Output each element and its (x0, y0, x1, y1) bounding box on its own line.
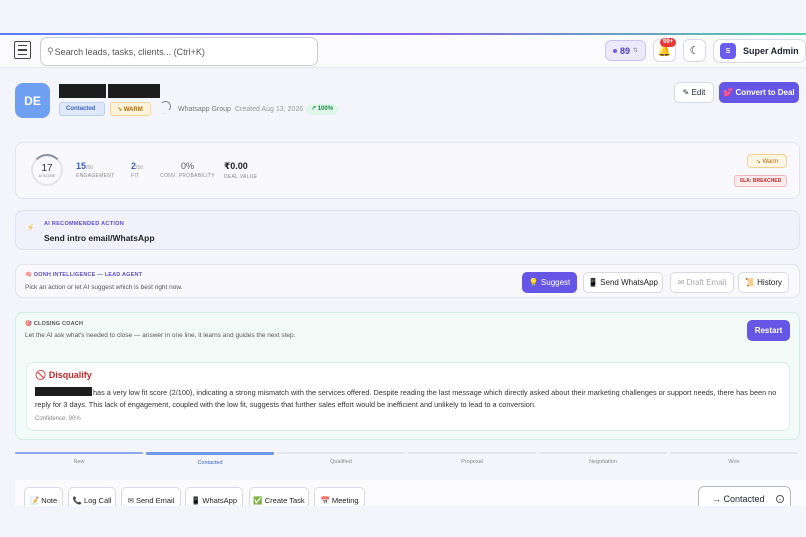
restart-button[interactable]: Restart (747, 320, 790, 341)
verdict-text: has a very low fit score (2/100), indica… (35, 388, 777, 409)
fit-label: FIT (131, 173, 140, 179)
convert-to-deal-button[interactable]: 💕 Convert to Deal (719, 82, 799, 103)
lead-metrics-card: 17 AI SCORE 15/50 ENGAGEMENT 2/50 FIT 0%… (15, 142, 800, 199)
lead-source: Whatsapp Group (178, 106, 231, 113)
user-name: Super Admin (743, 46, 799, 56)
stage-proposal[interactable]: Proposal (408, 452, 536, 468)
search-icon: ⚲ (47, 46, 54, 56)
verdict-title: 🚫 Disqualify (35, 370, 92, 380)
lead-created-date: Created Aug 13, 2026 (235, 106, 304, 113)
spinner-label: … (162, 110, 166, 115)
ai-score-label: AI SCORE (38, 173, 56, 178)
verdict-confidence: Confidence: 90% (35, 416, 81, 422)
verdict-body: has a very low fit score (2/100), indica… (35, 387, 785, 411)
redacted-first-name (59, 84, 106, 98)
conv-probability-value: 0% (180, 161, 194, 171)
moon-icon: ☾ (689, 45, 700, 57)
coach-verdict: 🚫 Disqualify has a very low fit score (2… (26, 362, 790, 431)
ai-score-value: 17 (41, 162, 53, 174)
engagement-max: /50 (86, 165, 93, 171)
points-dot-icon (612, 48, 617, 53)
ai-action-text: Send intro email/WhatsApp (44, 233, 155, 243)
conv-probability-metric: 0% CONV. PROBABILITY (155, 161, 220, 179)
notifications-badge: 99+ (660, 38, 677, 47)
closing-coach-label: 🎯 CLOSING COACH (25, 321, 84, 327)
points-pill[interactable]: 89 ⇅ (605, 40, 646, 61)
ai-action-label: AI RECOMMENDED ACTION (44, 221, 125, 227)
search-placeholder: Search leads, tasks, clients... (Ctrl+K) (54, 46, 205, 57)
closing-coach-card: 🎯 CLOSING COACH Let the AI ask what's ne… (15, 312, 800, 440)
stage-label: Negotiation (589, 459, 617, 465)
stage-negotiation[interactable]: Negotiation (539, 452, 667, 468)
completion-badge: ↗ 100% (306, 104, 339, 115)
lead-agent-label: 🧠 OONH INTELLIGENCE — LEAD AGENT (25, 272, 143, 278)
menu-icon[interactable] (14, 41, 31, 59)
stage-label: Proposal (461, 459, 483, 465)
user-menu-button[interactable]: S Super Admin (713, 39, 806, 63)
engagement-value: 15 (76, 161, 87, 171)
send-whatsapp-button[interactable]: 📱 Send WhatsApp (583, 272, 663, 293)
fit-metric: 2/50 FIT (131, 161, 143, 179)
status-badge: Contacted (59, 102, 105, 116)
lightning-icon: ⚡ (27, 223, 35, 234)
lead-agent-card: 🧠 OONH INTELLIGENCE — LEAD AGENT Pick an… (15, 264, 800, 298)
deal-value-metric: ₹0.00 DEAL VALUE (224, 161, 257, 180)
search-input[interactable]: ⚲ Search leads, tasks, clients... (Ctrl+… (40, 37, 318, 66)
conv-probability-label: CONV. PROBABILITY (160, 173, 215, 179)
pipeline-stages: New Contacted Qualified Proposal Negotia… (15, 452, 800, 468)
stage-label: New (73, 459, 85, 465)
theme-toggle-button[interactable]: ☾ (683, 39, 706, 62)
stage-won[interactable]: Won (670, 452, 798, 468)
closing-coach-subtitle: Let the AI ask what's needed to close — … (25, 332, 296, 339)
top-bar: ⚲ Search leads, tasks, clients... (Ctrl+… (0, 35, 806, 68)
stage-label: Won (728, 459, 740, 465)
ai-score-gauge: 17 AI SCORE (31, 154, 63, 186)
stage-qualified[interactable]: Qualified (277, 452, 405, 468)
redacted-last-name (108, 84, 160, 98)
points-suffix: ⇅ (632, 48, 639, 54)
stage-label: Qualified (330, 459, 352, 465)
lead-header: DE Contacted ↘ WARM … Whatsapp Group Cre… (0, 69, 806, 139)
temperature-pill: ↘ Warm (747, 154, 787, 168)
edit-button[interactable]: ✎ Edit (674, 82, 714, 103)
history-button[interactable]: 📜 History (738, 272, 789, 293)
sla-badge: SLA: BREACHED (734, 175, 787, 187)
engagement-label: ENGAGEMENT (76, 173, 115, 179)
deal-value-label: DEAL VALUE (224, 174, 258, 180)
fit-max: /50 (136, 165, 143, 171)
stage-label: Contacted (197, 460, 223, 466)
temperature-badge: ↘ WARM (110, 102, 151, 116)
deal-value: ₹0.00 (224, 161, 248, 171)
quick-actions-bar: 📝 Note 📞 Log Call ✉ Send Email 📱 WhatsAp… (15, 480, 806, 513)
ai-recommended-action-card: ⚡ AI RECOMMENDED ACTION Send intro email… (15, 210, 800, 250)
chevron-down-icon: ⌄ (776, 495, 784, 503)
stage-contacted[interactable]: Contacted (146, 452, 274, 468)
points-value: 89 (619, 45, 630, 56)
lead-avatar: DE (15, 83, 50, 118)
stage-new[interactable]: New (15, 452, 143, 468)
stage-select-value: → Contacted (712, 494, 765, 504)
engagement-metric: 15/50 ENGAGEMENT (76, 161, 115, 179)
suggest-button[interactable]: 💡 Suggest (522, 272, 577, 293)
redacted-lead-name (35, 387, 92, 396)
draft-email-button[interactable]: ✉ Draft Email (670, 272, 734, 293)
lead-agent-subtitle: Pick an action or let AI suggest which i… (25, 284, 183, 291)
bottom-area (0, 506, 806, 537)
avatar: S (720, 43, 736, 59)
